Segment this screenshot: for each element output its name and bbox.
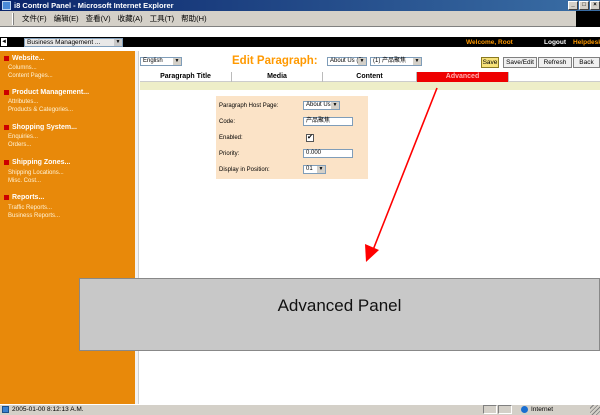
annotation-text: Advanced Panel <box>277 296 402 315</box>
status-cell <box>498 405 512 414</box>
annotation-callout: Advanced Panel <box>79 278 600 351</box>
annotation-arrow <box>365 87 438 262</box>
security-zone: Internet <box>531 406 554 413</box>
globe-icon <box>521 406 528 413</box>
status-cell <box>483 405 497 414</box>
page-icon <box>2 406 9 413</box>
status-text: 2005-01-00 8:12:13 A.M. <box>12 406 84 413</box>
resize-grip[interactable] <box>590 405 600 415</box>
arrow-head <box>365 244 379 262</box>
arrow-line <box>372 87 438 251</box>
